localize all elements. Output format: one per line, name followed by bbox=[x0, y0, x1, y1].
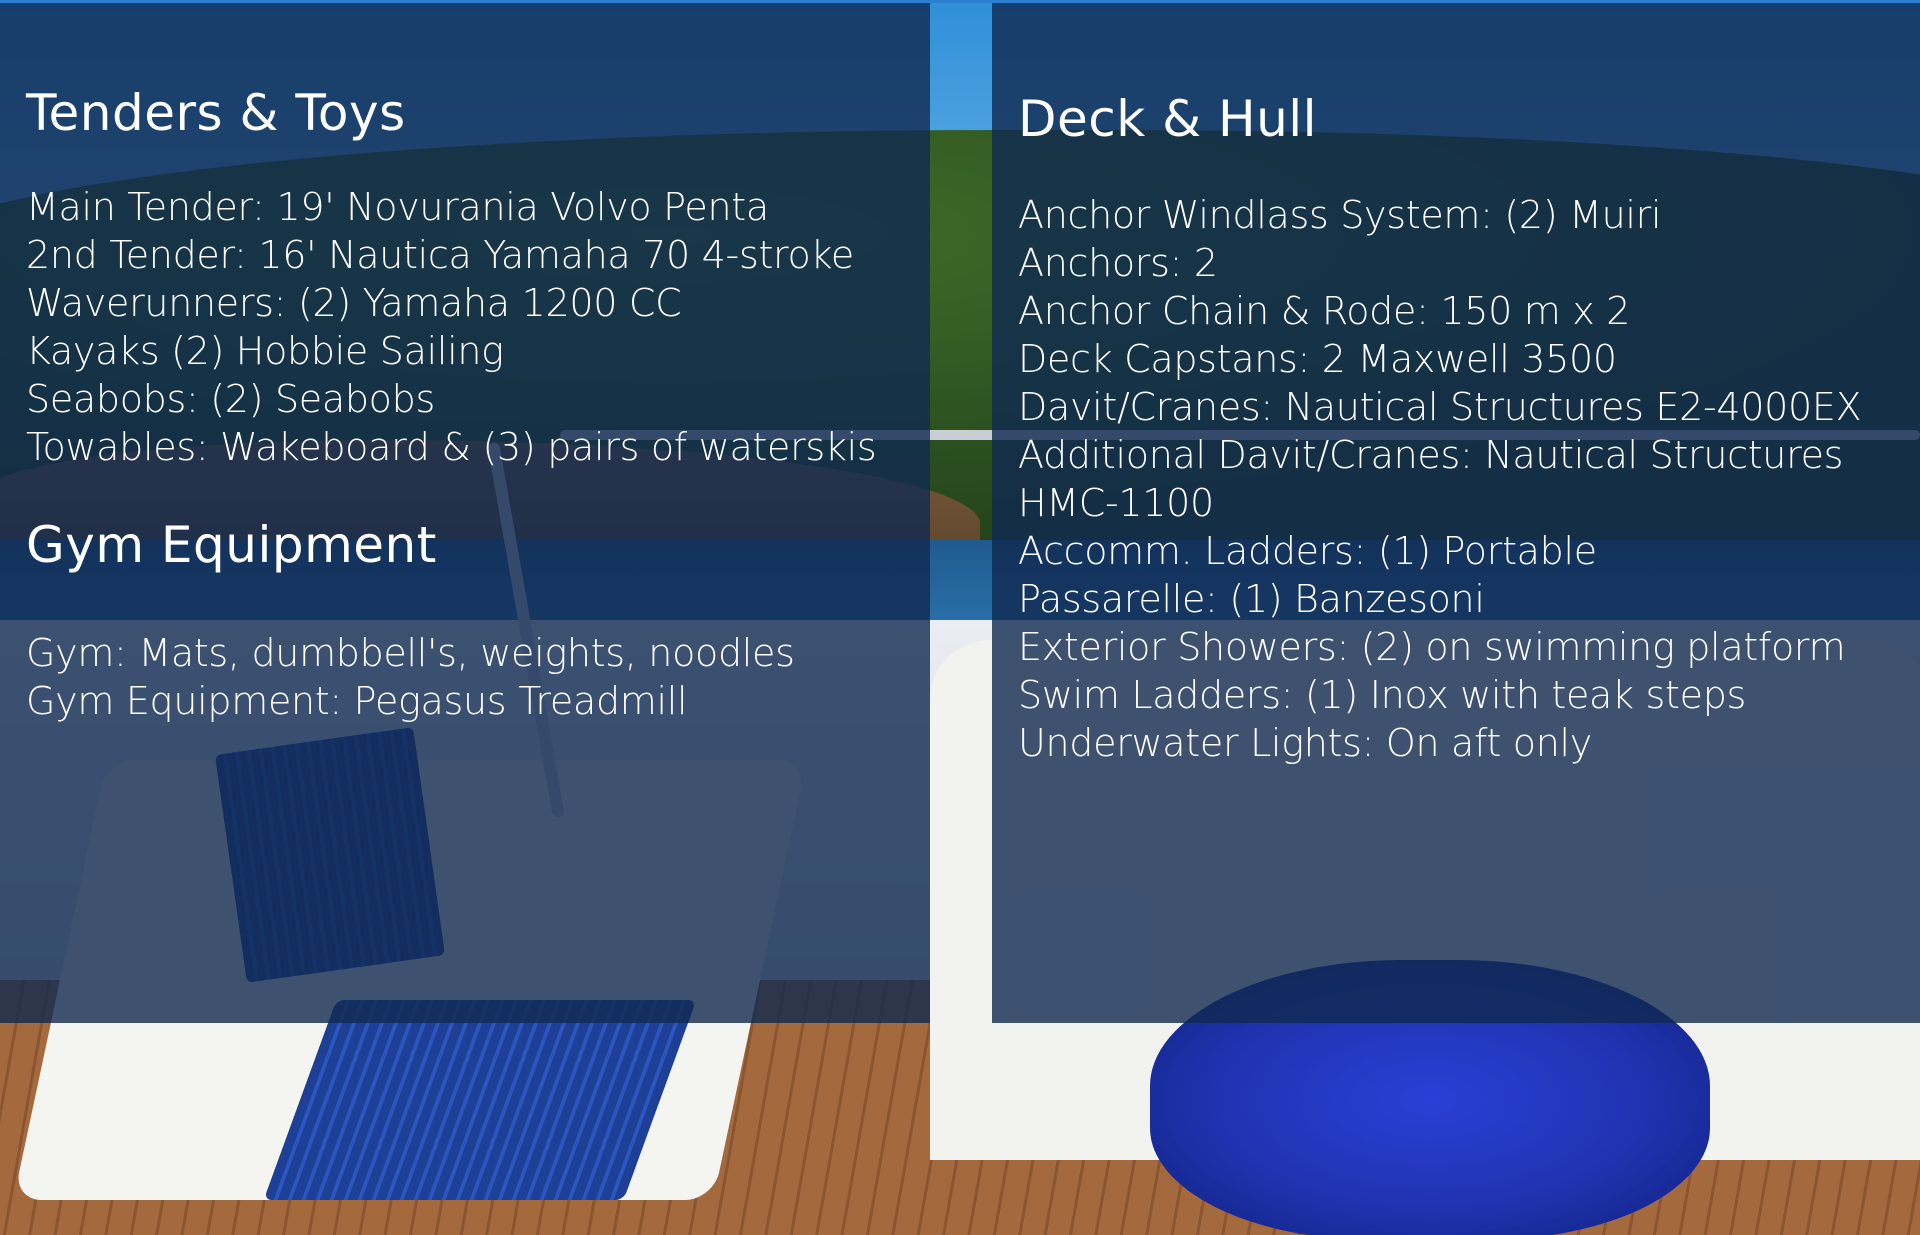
list-item: Deck Capstans: 2 Maxwell 3500 bbox=[1018, 337, 1617, 381]
list-item: Main Tender: 19' Novurania Volvo Penta bbox=[26, 185, 769, 229]
striped-towel bbox=[263, 1000, 697, 1200]
gym-equipment-list: Gym: Mats, dumbbell's, weights, noodles … bbox=[26, 629, 904, 725]
list-item: Anchor Chain & Rode: 150 m x 2 bbox=[1018, 289, 1631, 333]
list-item: Kayaks (2) Hobbie Sailing bbox=[26, 329, 504, 373]
list-item: Gym: Mats, dumbbell's, weights, noodles bbox=[26, 631, 795, 675]
gym-equipment-heading: Gym Equipment bbox=[26, 516, 437, 574]
list-item: Anchors: 2 bbox=[1018, 241, 1218, 285]
list-item: Exterior Showers: (2) on swimming platfo… bbox=[1018, 625, 1846, 669]
list-item: Towables: Wakeboard & (3) pairs of water… bbox=[26, 425, 877, 469]
left-spec-panel: Tenders & Toys Main Tender: 19' Novurani… bbox=[0, 3, 930, 1023]
list-item: Underwater Lights: On aft only bbox=[1018, 721, 1592, 765]
tenders-toys-heading: Tenders & Toys bbox=[26, 84, 406, 142]
list-item: Swim Ladders: (1) Inox with teak steps bbox=[1018, 673, 1747, 717]
list-item: Anchor Windlass System: (2) Muiri bbox=[1018, 193, 1662, 237]
list-item: Seabobs: (2) Seabobs bbox=[26, 377, 435, 421]
list-item: 2nd Tender: 16' Nautica Yamaha 70 4-stro… bbox=[26, 233, 854, 277]
list-item: Accomm. Ladders: (1) Portable bbox=[1018, 529, 1597, 573]
list-item: Davit/Cranes: Nautical Structures E2-400… bbox=[1018, 385, 1862, 429]
deck-hull-heading: Deck & Hull bbox=[1018, 90, 1318, 148]
list-item: Passarelle: (1) Banzesoni bbox=[1018, 577, 1485, 621]
right-spec-panel: Deck & Hull Anchor Windlass System: (2) … bbox=[992, 3, 1920, 1023]
list-item: Additional Davit/Cranes: Nautical Struct… bbox=[1018, 433, 1844, 525]
list-item: Waverunners: (2) Yamaha 1200 CC bbox=[26, 281, 682, 325]
tenders-toys-list: Main Tender: 19' Novurania Volvo Penta 2… bbox=[26, 183, 904, 471]
list-item: Gym Equipment: Pegasus Treadmill bbox=[26, 679, 688, 723]
deck-hull-list: Anchor Windlass System: (2) Muiri Anchor… bbox=[1018, 191, 1894, 767]
